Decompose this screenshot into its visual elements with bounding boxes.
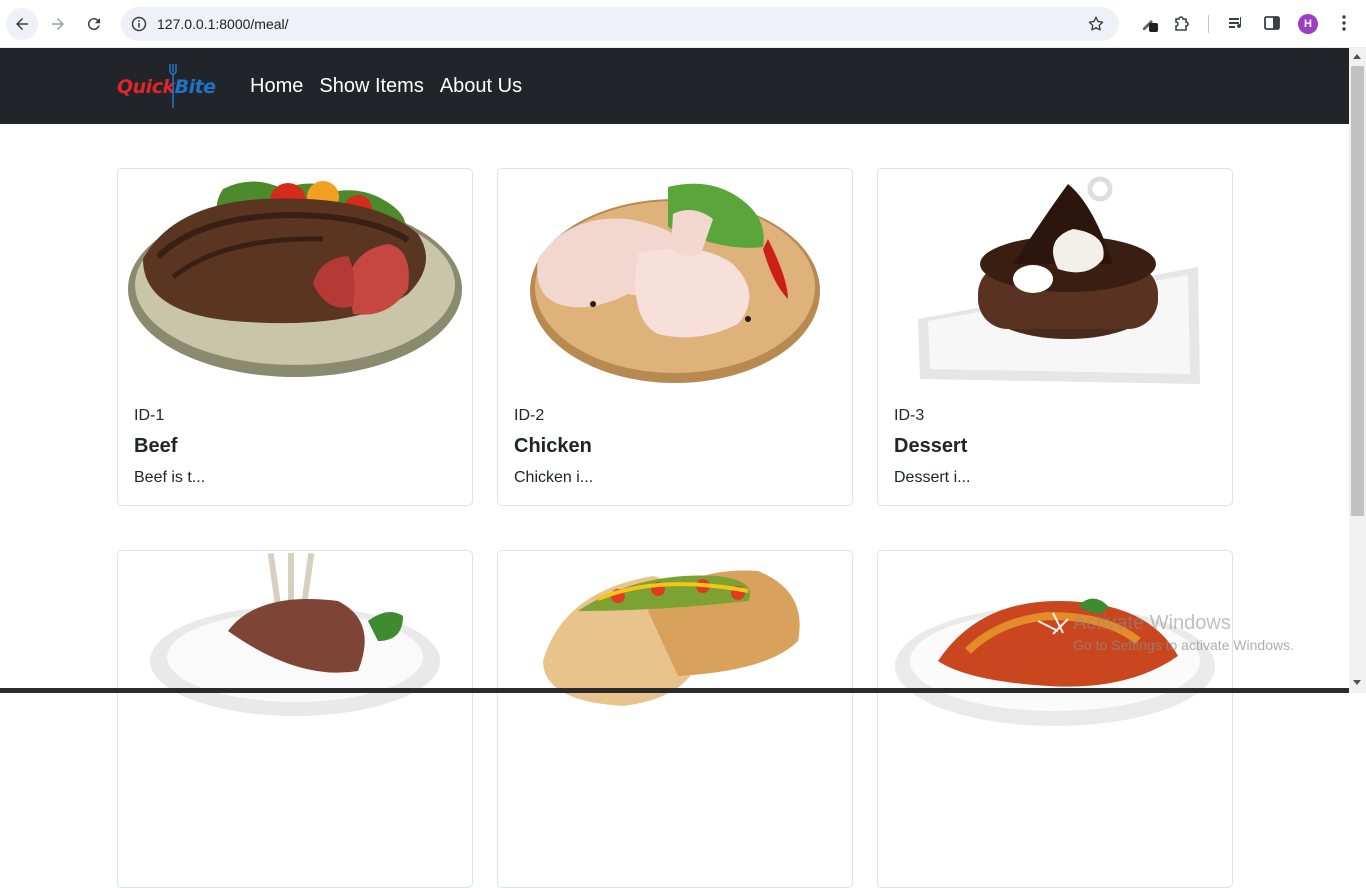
meal-card-pasta[interactable] xyxy=(877,550,1233,888)
meal-description: Dessert i... xyxy=(894,469,971,486)
bookmark-star-icon[interactable] xyxy=(1087,15,1105,33)
browser-menu-icon[interactable] xyxy=(1333,12,1355,34)
taskbar-edge xyxy=(0,688,1349,693)
back-button[interactable] xyxy=(6,8,38,40)
quickbite-logo[interactable]: QuickBite xyxy=(117,62,227,112)
page-scrollbar[interactable] xyxy=(1349,48,1366,693)
meal-id: ID-2 xyxy=(514,407,545,424)
meal-title: Dessert xyxy=(894,435,968,457)
site-info-icon[interactable] xyxy=(131,16,147,32)
nav-home[interactable]: Home xyxy=(250,75,303,98)
meal-card-beef[interactable]: ID-1 Beef Beef is t... xyxy=(117,168,473,506)
side-panel-icon[interactable] xyxy=(1261,12,1283,34)
forward-arrow-icon xyxy=(52,18,64,30)
toolbar-divider xyxy=(1208,15,1209,33)
meal-card-chicken[interactable]: ID-2 Chicken Chicken i... xyxy=(497,168,853,506)
reload-button[interactable] xyxy=(78,8,110,40)
pasta-image xyxy=(895,598,1215,726)
fork-icon xyxy=(169,64,177,108)
site-navbar: QuickBite Home Show Items About Us xyxy=(0,48,1349,124)
scroll-up-arrow-icon[interactable] xyxy=(1353,54,1361,59)
meal-id: ID-3 xyxy=(894,407,925,424)
profile-avatar[interactable]: H xyxy=(1298,14,1318,34)
scroll-down-arrow-icon[interactable] xyxy=(1353,680,1361,685)
logo-wordmark: QuickBite xyxy=(117,76,216,98)
nav-about-us[interactable]: About Us xyxy=(440,75,522,98)
url-text: 127.0.0.1:8000/meal/ xyxy=(157,16,289,32)
extensions-puzzle-icon[interactable] xyxy=(1171,12,1193,34)
steak-plate-image xyxy=(128,181,462,377)
activate-windows-subtitle: Go to Settings to activate Windows. xyxy=(1073,637,1294,653)
meal-title: Beef xyxy=(134,435,178,457)
address-bar[interactable]: 127.0.0.1:8000/meal/ xyxy=(121,7,1119,41)
nav-show-items[interactable]: Show Items xyxy=(319,75,423,98)
reload-icon xyxy=(87,18,100,31)
media-queue-icon[interactable] xyxy=(1225,12,1247,34)
scroll-thumb[interactable] xyxy=(1351,66,1364,516)
raw-chicken-board-image xyxy=(530,183,820,383)
chocolate-cake-image xyxy=(918,176,1200,384)
lamb-chops-image xyxy=(150,552,440,716)
meal-description: Beef is t... xyxy=(134,469,206,486)
back-arrow-icon xyxy=(16,18,28,30)
forward-button[interactable] xyxy=(42,8,74,40)
meal-id: ID-1 xyxy=(134,407,165,424)
tacos-image xyxy=(543,570,800,706)
meal-description: Chicken i... xyxy=(514,469,594,486)
extension-pen-icon[interactable] xyxy=(1139,12,1161,34)
meal-card-tacos[interactable] xyxy=(497,550,853,888)
meal-card-dessert[interactable]: ID-3 Dessert Dessert i... xyxy=(877,168,1233,506)
browser-toolbar: 127.0.0.1:8000/meal/ H xyxy=(0,0,1366,48)
meal-title: Chicken xyxy=(514,435,592,457)
meal-card-lamb[interactable] xyxy=(117,550,473,888)
activate-windows-title: Activate Windows xyxy=(1073,612,1231,634)
